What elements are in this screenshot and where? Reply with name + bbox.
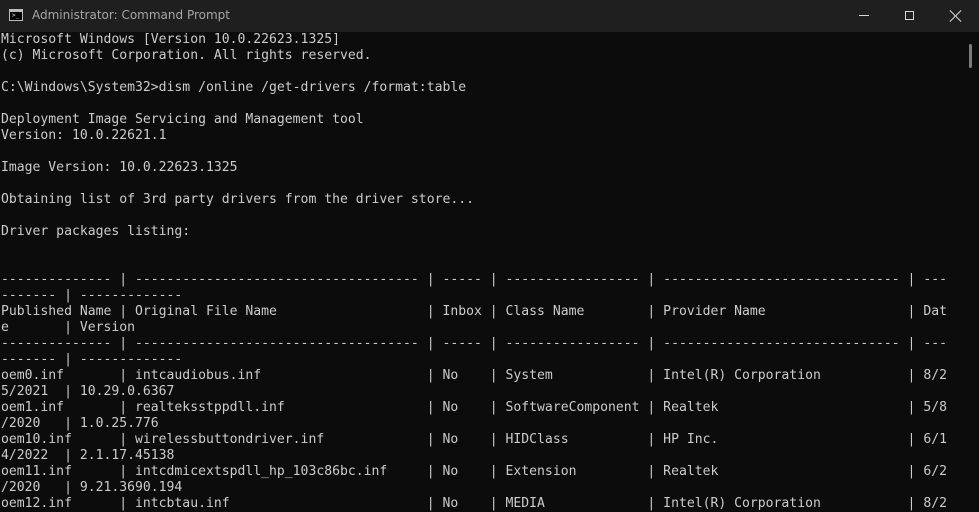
maximize-button[interactable] (887, 0, 933, 32)
table-header: Published Name | Original File Name | In… (1, 304, 947, 319)
minimize-button[interactable] (841, 0, 887, 32)
command-prompt-window: >_ Administrator: Command Prompt Microso… (0, 0, 979, 512)
minimize-icon (859, 15, 869, 16)
console-line: (c) Microsoft Corporation. All rights re… (1, 48, 372, 63)
table-row: 5/2021 | 10.29.0.6367 (1, 384, 175, 399)
table-separator: ------- | ------------- (1, 288, 183, 303)
close-icon (949, 9, 963, 23)
console-line: Image Version: 10.0.22623.1325 (1, 160, 238, 175)
table-row: oem10.inf | wirelessbuttondriver.inf | N… (1, 432, 947, 447)
console-line: Deployment Image Servicing and Managemen… (1, 112, 364, 127)
title-bar[interactable]: >_ Administrator: Command Prompt (0, 0, 979, 32)
cmd-icon: >_ (9, 9, 23, 21)
maximize-icon (905, 11, 914, 20)
console-line: Driver packages listing: (1, 224, 191, 239)
console-line: C:\Windows\System32>dism /online /get-dr… (1, 80, 467, 95)
table-row: /2020 | 1.0.25.776 (1, 416, 159, 431)
console-line: Microsoft Windows [Version 10.0.22623.13… (1, 32, 340, 47)
table-row: oem0.inf | intcaudiobus.inf | No | Syste… (1, 368, 947, 383)
vertical-scrollbar[interactable] (965, 32, 979, 512)
table-row: oem11.inf | intcdmicextspdll_hp_103c86bc… (1, 464, 947, 479)
console-output[interactable]: Microsoft Windows [Version 10.0.22623.13… (0, 32, 965, 512)
table-row: /2020 | 9.21.3690.194 (1, 480, 183, 495)
table-separator: -------------- | -----------------------… (1, 336, 947, 351)
console-line: Version: 10.0.22621.1 (1, 128, 167, 143)
scrollbar-thumb[interactable] (969, 44, 972, 68)
console-line: Obtaining list of 3rd party drivers from… (1, 192, 474, 207)
window-title: Administrator: Command Prompt (32, 8, 230, 22)
table-header: e | Version (1, 320, 136, 335)
close-button[interactable] (933, 0, 979, 32)
table-row: oem1.inf | realteksstppdll.inf | No | So… (1, 400, 947, 415)
table-row: oem12.inf | intcbtau.inf | No | MEDIA | … (1, 496, 947, 511)
table-row: 4/2022 | 2.1.17.45138 (1, 448, 175, 463)
table-separator: ------- | ------------- (1, 352, 183, 367)
table-separator: -------------- | -----------------------… (1, 272, 947, 287)
